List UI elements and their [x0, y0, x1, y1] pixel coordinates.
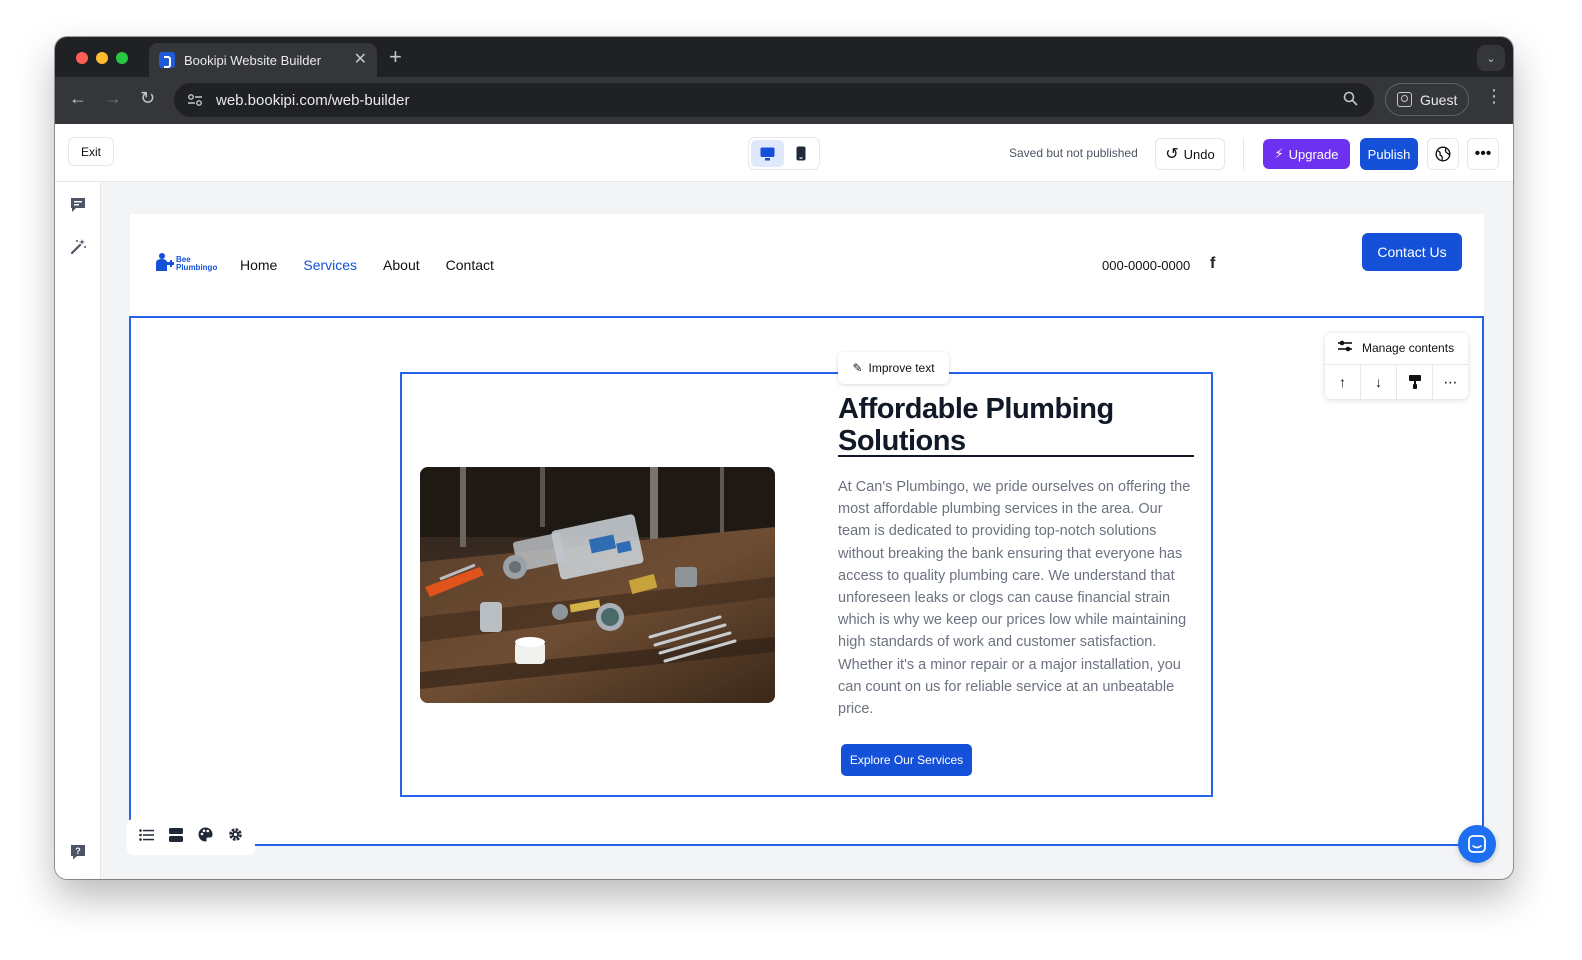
settings-gear-icon[interactable]: [228, 827, 243, 847]
section-heading[interactable]: Affordable Plumbing Solutions: [838, 393, 1194, 457]
facebook-icon[interactable]: f: [1210, 255, 1215, 273]
globe-icon: [1435, 146, 1451, 162]
palette-icon[interactable]: [198, 827, 213, 847]
nav-services[interactable]: Services: [303, 257, 357, 273]
contact-us-button[interactable]: Contact Us: [1362, 233, 1462, 271]
comments-icon[interactable]: [68, 195, 88, 215]
lightning-icon: ⚡: [1274, 146, 1284, 161]
site-nav: Home Services About Contact: [240, 257, 494, 273]
move-up-icon[interactable]: ↑: [1325, 365, 1361, 399]
profile-label: Guest: [1420, 91, 1458, 108]
globe-button[interactable]: [1427, 138, 1459, 170]
plumber-logo-icon: [156, 253, 174, 271]
nav-home[interactable]: Home: [240, 257, 277, 273]
list-icon[interactable]: [138, 828, 154, 846]
more-icon: •••: [1474, 145, 1492, 162]
bottom-toolbar: [127, 819, 255, 855]
publish-button[interactable]: Publish: [1360, 138, 1418, 170]
exit-button[interactable]: Exit: [68, 137, 114, 166]
address-bar[interactable]: web.bookipi.com/web-builder: [174, 83, 1374, 117]
url-text: web.bookipi.com/web-builder: [216, 91, 410, 109]
tab-search-icon[interactable]: ⌄: [1477, 45, 1505, 71]
undo-button[interactable]: ↺ Undo: [1155, 138, 1225, 170]
undo-label: Undo: [1183, 146, 1215, 162]
minimize-window-button[interactable]: [96, 52, 108, 64]
upgrade-button[interactable]: ⚡ Upgrade: [1263, 139, 1350, 169]
paint-roller-icon[interactable]: [1397, 365, 1433, 399]
heading-selection-underline: [838, 455, 1194, 457]
manage-contents-panel: Manage contents ↑ ↓ ⋯: [1325, 333, 1468, 399]
header-divider: [1243, 138, 1244, 170]
explore-services-button[interactable]: Explore Our Services: [841, 744, 972, 776]
back-icon[interactable]: ←: [69, 89, 87, 107]
desktop-view-button[interactable]: [751, 140, 784, 167]
close-tab-icon[interactable]: ✕: [354, 52, 367, 68]
move-down-icon[interactable]: ↓: [1361, 365, 1397, 399]
close-window-button[interactable]: [76, 52, 88, 64]
desktop-icon: [760, 147, 775, 160]
reload-icon[interactable]: ↻: [140, 89, 155, 107]
browser-tab[interactable]: Bookipi Website Builder ✕: [149, 43, 377, 77]
svg-text:?: ?: [75, 846, 81, 856]
builder-header: Exit Saved but not published ↺ Undo ⚡ Up…: [55, 124, 1513, 182]
sections-icon[interactable]: [168, 827, 183, 847]
save-status-text: Saved but not published: [1009, 146, 1138, 160]
manage-contents-label: Manage contents: [1362, 340, 1455, 355]
profile-button[interactable]: Guest: [1385, 83, 1469, 116]
magic-wand-icon: ✎: [852, 361, 863, 375]
plumbing-tools-image[interactable]: [420, 467, 775, 703]
mobile-icon: [796, 146, 805, 161]
improve-text-button[interactable]: ✎ Improve text: [838, 352, 949, 384]
browser-window: Bookipi Website Builder ✕ + ⌄ ← → ↻ web.…: [55, 37, 1513, 879]
upgrade-label: Upgrade: [1288, 146, 1339, 162]
bookipi-favicon-icon: [159, 52, 175, 68]
device-toggle: [748, 137, 820, 170]
maximize-window-button[interactable]: [116, 52, 128, 64]
chat-icon: [1468, 835, 1486, 853]
nav-about[interactable]: About: [383, 257, 420, 273]
tab-title: Bookipi Website Builder: [184, 52, 322, 68]
site-header[interactable]: Bee Plumbingo Home Services About Contac…: [130, 214, 1484, 316]
site-logo[interactable]: Bee Plumbingo: [155, 252, 217, 272]
nav-contact[interactable]: Contact: [446, 257, 494, 273]
improve-text-label: Improve text: [868, 361, 935, 375]
logo-line2: Plumbingo: [176, 263, 218, 272]
manage-contents-button[interactable]: Manage contents: [1338, 340, 1454, 355]
phone-number: 000-0000-0000: [1102, 258, 1191, 273]
tab-strip: Bookipi Website Builder ✕ + ⌄: [55, 37, 1513, 77]
left-rail: ?: [55, 182, 101, 879]
new-tab-icon[interactable]: +: [389, 46, 402, 68]
chat-support-button[interactable]: [1458, 825, 1496, 863]
profile-icon: [1397, 92, 1412, 107]
section-paragraph[interactable]: At Can's Plumbingo, we pride ourselves o…: [838, 476, 1196, 720]
undo-icon: ↺: [1165, 146, 1179, 163]
more-options-button[interactable]: •••: [1467, 138, 1499, 170]
zoom-search-icon[interactable]: [1343, 91, 1358, 110]
site-settings-icon[interactable]: [186, 91, 204, 109]
browser-menu-icon[interactable]: ⋮: [1485, 87, 1503, 105]
more-icon[interactable]: ⋯: [1433, 365, 1468, 399]
help-icon[interactable]: ?: [68, 842, 88, 862]
magic-wand-icon[interactable]: [68, 237, 88, 257]
section-actions: ↑ ↓ ⋯: [1325, 364, 1468, 399]
sliders-icon: [1338, 340, 1352, 355]
mobile-view-button[interactable]: [784, 140, 817, 167]
forward-icon[interactable]: →: [104, 89, 122, 107]
